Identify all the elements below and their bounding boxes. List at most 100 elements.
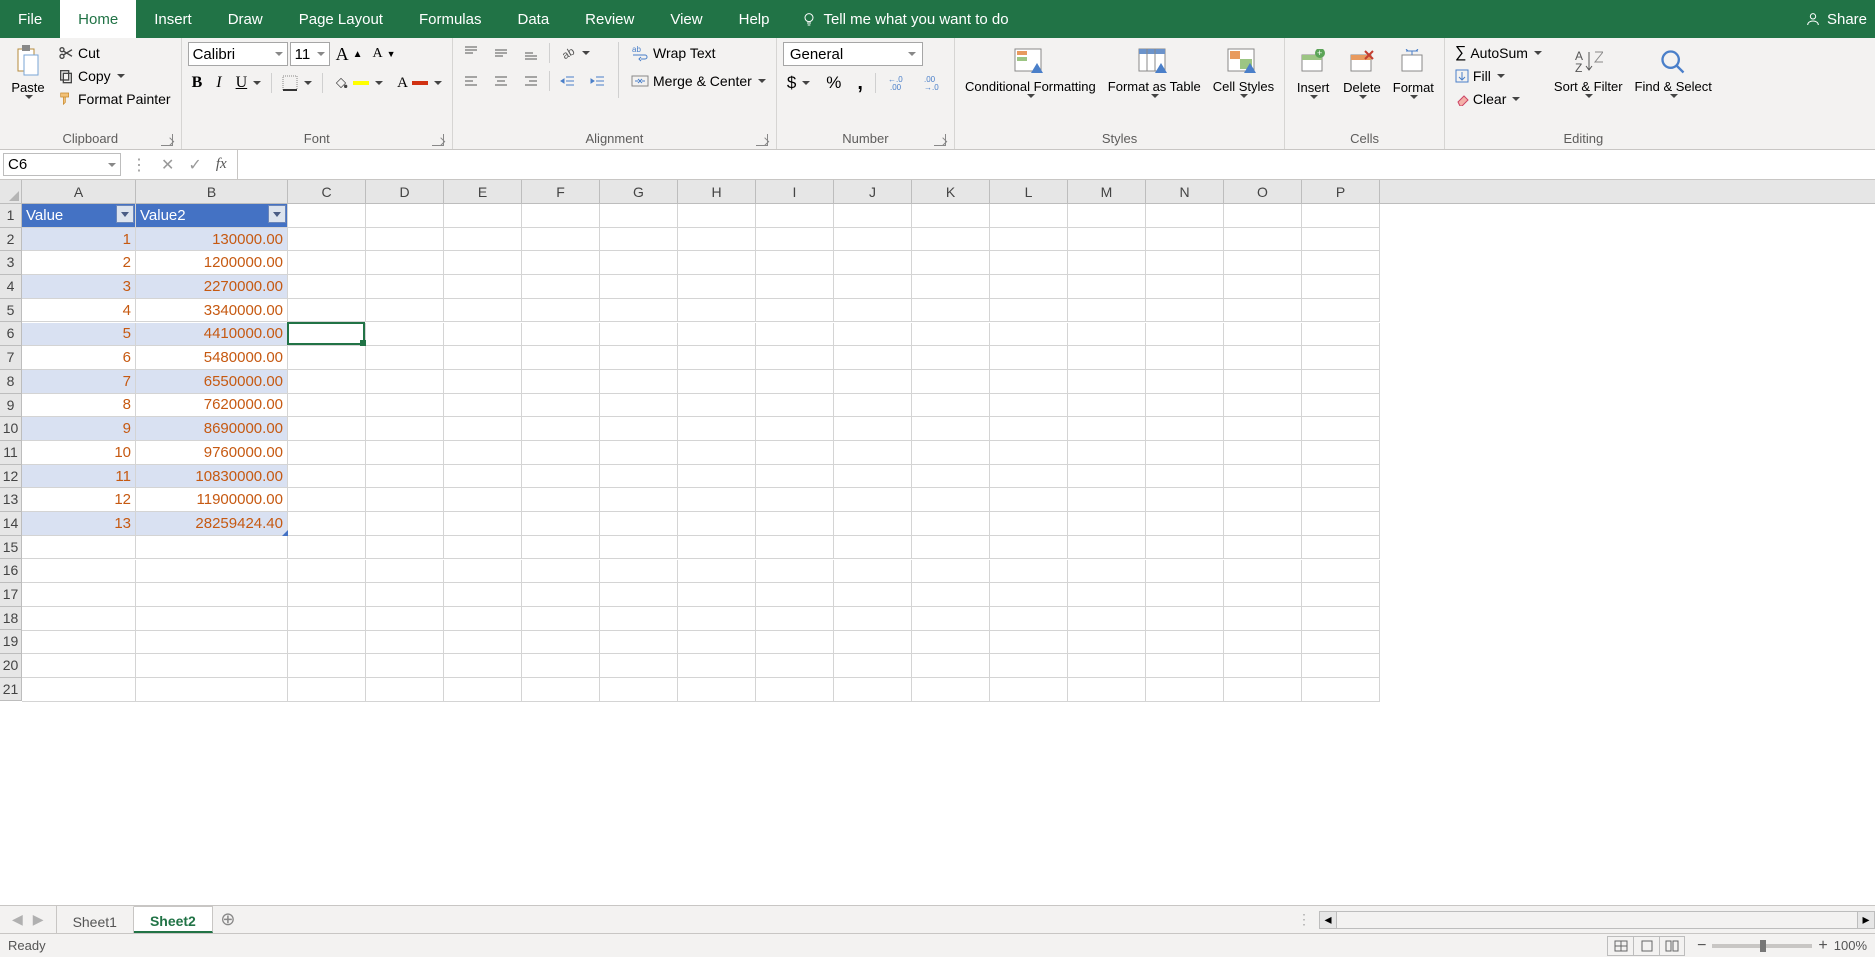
cell-O11[interactable] [1224,441,1302,465]
cell-J20[interactable] [834,654,912,678]
cell-B10[interactable]: 8690000.00 [136,417,288,441]
cell-N8[interactable] [1146,370,1224,394]
decrease-indent-button[interactable] [556,70,580,92]
cell-K21[interactable] [912,678,990,702]
cell-N10[interactable] [1146,417,1224,441]
cell-K4[interactable] [912,275,990,299]
fill-color-button[interactable] [329,72,387,94]
cell-H1[interactable] [678,204,756,228]
hscroll-right[interactable]: ▸ [1857,911,1875,929]
cell-H4[interactable] [678,275,756,299]
cell-L14[interactable] [990,512,1068,536]
cell-M16[interactable] [1068,560,1146,584]
cell-D14[interactable] [366,512,444,536]
cell-F17[interactable] [522,583,600,607]
col-header-H[interactable]: H [678,180,756,203]
cell-O12[interactable] [1224,465,1302,489]
sort-filter-button[interactable]: AZSort & Filter [1550,42,1627,100]
cell-N11[interactable] [1146,441,1224,465]
cell-G10[interactable] [600,417,678,441]
cell-K1[interactable] [912,204,990,228]
cell-I5[interactable] [756,299,834,323]
cell-P21[interactable] [1302,678,1380,702]
cell-G9[interactable] [600,394,678,418]
cell-K11[interactable] [912,441,990,465]
cell-F10[interactable] [522,417,600,441]
cell-O20[interactable] [1224,654,1302,678]
cell-A4[interactable]: 3 [22,275,136,299]
row-header-7[interactable]: 7 [0,346,21,370]
view-page-layout-button[interactable] [1633,936,1659,956]
cell-C2[interactable] [288,228,366,252]
cell-N18[interactable] [1146,607,1224,631]
col-header-K[interactable]: K [912,180,990,203]
filter-button-B[interactable] [268,205,286,223]
cell-M2[interactable] [1068,228,1146,252]
bold-button[interactable]: B [188,72,207,94]
col-header-F[interactable]: F [522,180,600,203]
cell-A20[interactable] [22,654,136,678]
cell-K2[interactable] [912,228,990,252]
col-header-A[interactable]: A [22,180,136,203]
cell-M15[interactable] [1068,536,1146,560]
cell-L21[interactable] [990,678,1068,702]
cell-N3[interactable] [1146,251,1224,275]
cell-B14[interactable]: 28259424.40 [136,512,288,536]
cell-J15[interactable] [834,536,912,560]
cell-D1[interactable] [366,204,444,228]
cell-N19[interactable] [1146,631,1224,655]
cell-A11[interactable]: 10 [22,441,136,465]
cell-L6[interactable] [990,323,1068,347]
cell-D2[interactable] [366,228,444,252]
row-header-6[interactable]: 6 [0,322,21,346]
cell-K19[interactable] [912,631,990,655]
cell-L15[interactable] [990,536,1068,560]
sheet-nav-next[interactable]: ▶ [33,911,44,928]
cell-D13[interactable] [366,488,444,512]
cell-F18[interactable] [522,607,600,631]
orientation-button[interactable]: ab [556,42,594,64]
cell-F21[interactable] [522,678,600,702]
cell-L4[interactable] [990,275,1068,299]
fill-button[interactable]: Fill [1451,65,1546,87]
view-page-break-button[interactable] [1659,936,1685,956]
cell-H10[interactable] [678,417,756,441]
cell-M13[interactable] [1068,488,1146,512]
cell-B18[interactable] [136,607,288,631]
cell-J9[interactable] [834,394,912,418]
cell-J14[interactable] [834,512,912,536]
cell-N7[interactable] [1146,346,1224,370]
align-bottom-button[interactable] [519,42,543,64]
cell-A18[interactable] [22,607,136,631]
cell-D6[interactable] [366,323,444,347]
cell-F6[interactable] [522,323,600,347]
cell-D20[interactable] [366,654,444,678]
cell-C21[interactable] [288,678,366,702]
cell-K16[interactable] [912,560,990,584]
cell-L17[interactable] [990,583,1068,607]
cell-B5[interactable]: 3340000.00 [136,299,288,323]
cell-M11[interactable] [1068,441,1146,465]
row-header-16[interactable]: 16 [0,559,21,583]
accounting-button[interactable]: $ [783,72,814,94]
number-launcher[interactable] [934,134,946,146]
cell-J11[interactable] [834,441,912,465]
cell-H17[interactable] [678,583,756,607]
cell-J19[interactable] [834,631,912,655]
cell-A5[interactable]: 4 [22,299,136,323]
cell-C19[interactable] [288,631,366,655]
col-header-G[interactable]: G [600,180,678,203]
cell-F7[interactable] [522,346,600,370]
cut-button[interactable]: Cut [54,42,175,64]
cell-P12[interactable] [1302,465,1380,489]
tab-review[interactable]: Review [567,0,652,38]
find-select-button[interactable]: Find & Select [1631,42,1716,100]
cell-N15[interactable] [1146,536,1224,560]
cell-E20[interactable] [444,654,522,678]
cells-area[interactable]: ValueValue21130000.0021200000.0032270000… [22,204,1875,905]
cell-O3[interactable] [1224,251,1302,275]
row-header-13[interactable]: 13 [0,488,21,512]
cell-F13[interactable] [522,488,600,512]
cell-E10[interactable] [444,417,522,441]
cell-A14[interactable]: 13 [22,512,136,536]
